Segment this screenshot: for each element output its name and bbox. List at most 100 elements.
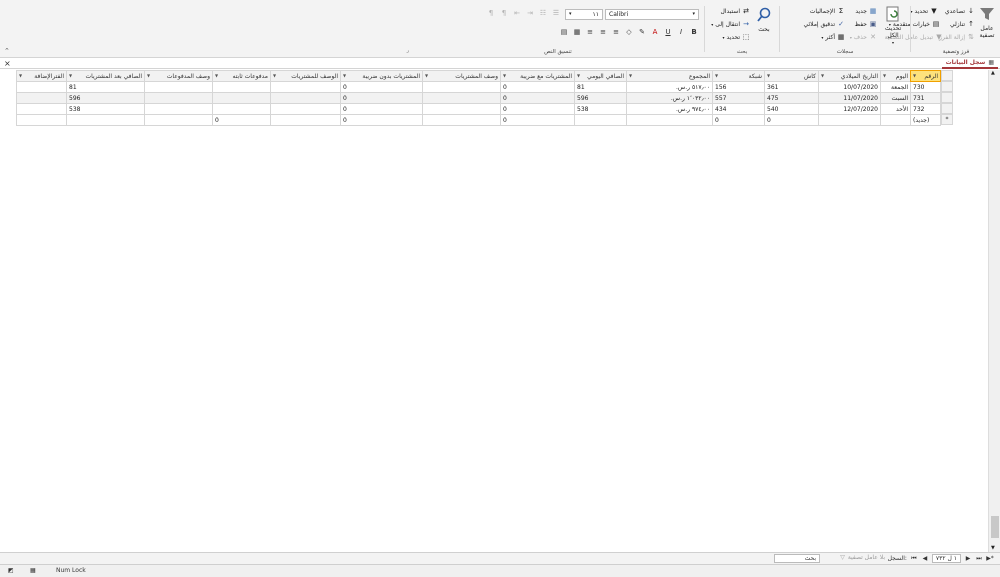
table-cell[interactable]: ١٬٠٣٢٫٠٠ ر.س. <box>626 92 713 104</box>
column-header[interactable]: شبكة ▼ <box>712 70 765 82</box>
highlight-color-icon[interactable]: ✎ <box>637 28 647 36</box>
table-cell[interactable] <box>16 103 67 115</box>
previous-record-icon[interactable]: ◀ <box>921 555 929 562</box>
column-header[interactable]: الرقم ▼ <box>910 70 941 82</box>
refresh-all-button[interactable]: تحديث الكل ▾ <box>881 5 905 46</box>
table-cell[interactable]: 538 <box>574 103 627 115</box>
table-cell[interactable]: 81 <box>66 81 145 93</box>
column-header[interactable]: مدفوعات ثابته ▼ <box>212 70 271 82</box>
column-dropdown-icon[interactable]: ▼ <box>215 73 218 78</box>
table-cell[interactable]: 11/07/2020 <box>818 92 881 104</box>
sort-descending-button[interactable]: ↑ تنازلي <box>950 20 975 28</box>
table-cell[interactable]: 81 <box>574 81 627 93</box>
table-cell[interactable]: 0 <box>500 92 575 104</box>
column-header[interactable]: وصف المدفوعات ▼ <box>144 70 213 82</box>
dialog-launcher-icon[interactable]: ⌟ <box>406 47 409 54</box>
column-header[interactable]: وصف المشتريات ▼ <box>422 70 501 82</box>
align-center-icon[interactable]: ≡ <box>598 28 608 36</box>
selection-dropdown[interactable]: ▼ تحديد ▾ <box>910 7 938 15</box>
table-cell[interactable]: 0 <box>340 103 423 115</box>
filter-button[interactable]: عامل تصفية <box>977 5 997 39</box>
column-header[interactable]: اليوم ▼ <box>880 70 911 82</box>
table-cell[interactable]: 434 <box>712 103 765 115</box>
table-cell[interactable] <box>270 81 341 93</box>
table-cell[interactable] <box>818 114 881 126</box>
goto-dropdown[interactable]: → انتقال إلى ▾ <box>711 20 750 28</box>
column-dropdown-icon[interactable]: ▼ <box>577 73 580 78</box>
filter-status[interactable]: ▽ بلا عامل تصفية <box>840 554 885 561</box>
column-dropdown-icon[interactable]: ▼ <box>343 73 346 78</box>
table-cell[interactable] <box>422 103 501 115</box>
table-cell[interactable]: 12/07/2020 <box>818 103 881 115</box>
table-cell[interactable] <box>422 92 501 104</box>
table-cell[interactable]: 0 <box>340 92 423 104</box>
font-name-select[interactable]: Calibri ▾ <box>605 9 699 20</box>
form-view-icon[interactable]: ▦ <box>30 567 36 574</box>
table-cell[interactable] <box>212 92 271 104</box>
remove-sort-button[interactable]: ⇅ إزالة الفرز <box>939 33 975 41</box>
column-header[interactable]: الصافي بعد المشتريات ▼ <box>66 70 145 82</box>
table-cell[interactable] <box>144 92 213 104</box>
record-position-field[interactable]: ١ ل ٧٣٢ <box>931 554 961 563</box>
datasheet-view-icon[interactable]: ◩ <box>8 567 14 574</box>
table-cell[interactable] <box>270 92 341 104</box>
table-cell[interactable]: (جديد) <box>910 114 941 126</box>
table-cell[interactable]: 731 <box>910 92 941 104</box>
font-size-select[interactable]: ١١ ▾ <box>565 9 603 20</box>
table-cell[interactable] <box>144 81 213 93</box>
select-dropdown[interactable]: ⬚ تحديد ▾ <box>722 33 750 41</box>
table-cell[interactable]: 540 <box>764 103 819 115</box>
table-cell[interactable]: 0 <box>212 114 271 126</box>
table-cell[interactable]: ٩٧٤٫٠٠ ر.س. <box>626 103 713 115</box>
table-cell[interactable] <box>626 114 713 126</box>
indent-icon[interactable]: ⇥ <box>525 9 535 17</box>
record-selector[interactable]: * <box>941 114 953 125</box>
new-record-nav-icon[interactable]: ▶* <box>986 555 994 562</box>
vertical-scrollbar[interactable]: ▲ ▼ <box>988 70 1000 552</box>
column-dropdown-icon[interactable]: ▼ <box>503 73 506 78</box>
column-dropdown-icon[interactable]: ▼ <box>883 73 886 78</box>
table-cell[interactable] <box>212 103 271 115</box>
first-record-icon[interactable]: ⏮ <box>910 555 918 563</box>
table-cell[interactable]: 0 <box>712 114 765 126</box>
column-dropdown-icon[interactable]: ▼ <box>273 73 276 78</box>
collapse-ribbon-icon[interactable]: ⌃ <box>4 47 10 55</box>
scroll-up-icon[interactable]: ▲ <box>991 70 995 76</box>
column-dropdown-icon[interactable]: ▼ <box>913 73 916 78</box>
column-dropdown-icon[interactable]: ▼ <box>425 73 428 78</box>
record-selector[interactable] <box>941 81 953 92</box>
italic-icon[interactable]: I <box>676 28 686 36</box>
table-cell[interactable]: الأحد <box>880 103 911 115</box>
table-row[interactable]: (جديد) 0 0 0 0 0 <box>16 114 941 126</box>
column-dropdown-icon[interactable]: ▼ <box>821 73 824 78</box>
table-cell[interactable]: 475 <box>764 92 819 104</box>
table-cell[interactable]: 596 <box>574 92 627 104</box>
save-record-button[interactable]: ▣ حفظ <box>855 20 877 28</box>
next-record-icon[interactable]: ▶ <box>964 555 972 562</box>
record-selector[interactable] <box>941 103 953 114</box>
column-header[interactable]: كاش ▼ <box>764 70 819 82</box>
search-input[interactable]: بحث <box>774 554 820 563</box>
gridlines-icon[interactable]: ▦ <box>572 28 582 36</box>
table-cell[interactable]: 156 <box>712 81 765 93</box>
column-header[interactable]: الفترالإضافة ▼ <box>16 70 67 82</box>
record-selector[interactable] <box>941 70 953 81</box>
table-cell[interactable] <box>422 114 501 126</box>
table-cell[interactable] <box>16 114 67 126</box>
font-color-icon[interactable]: A <box>650 28 660 36</box>
more-button[interactable]: ▦ أكثر ▾ <box>821 33 845 41</box>
table-cell[interactable] <box>880 114 911 126</box>
alternate-row-color-icon[interactable]: ▤ <box>559 28 569 36</box>
column-header[interactable]: التاريخ الميلادي ▼ <box>818 70 881 82</box>
record-selector[interactable] <box>941 92 953 103</box>
table-row[interactable]: 730 الجمعة 10/07/2020 361 156 ٥١٧٫٠٠ ر.س. 81 0 0… <box>16 81 941 93</box>
table-cell[interactable] <box>16 92 67 104</box>
rtl-icon[interactable]: ¶ <box>499 9 509 17</box>
replace-button[interactable]: ⇄ استبدال <box>721 7 751 15</box>
table-cell[interactable]: 0 <box>500 114 575 126</box>
ltr-icon[interactable]: ¶ <box>486 9 496 17</box>
delete-record-button[interactable]: ✕ حذف ▾ <box>850 33 877 41</box>
table-cell[interactable]: 732 <box>910 103 941 115</box>
column-header[interactable]: المشتريات بدون ضريبة ▼ <box>340 70 423 82</box>
table-cell[interactable]: 0 <box>340 114 423 126</box>
